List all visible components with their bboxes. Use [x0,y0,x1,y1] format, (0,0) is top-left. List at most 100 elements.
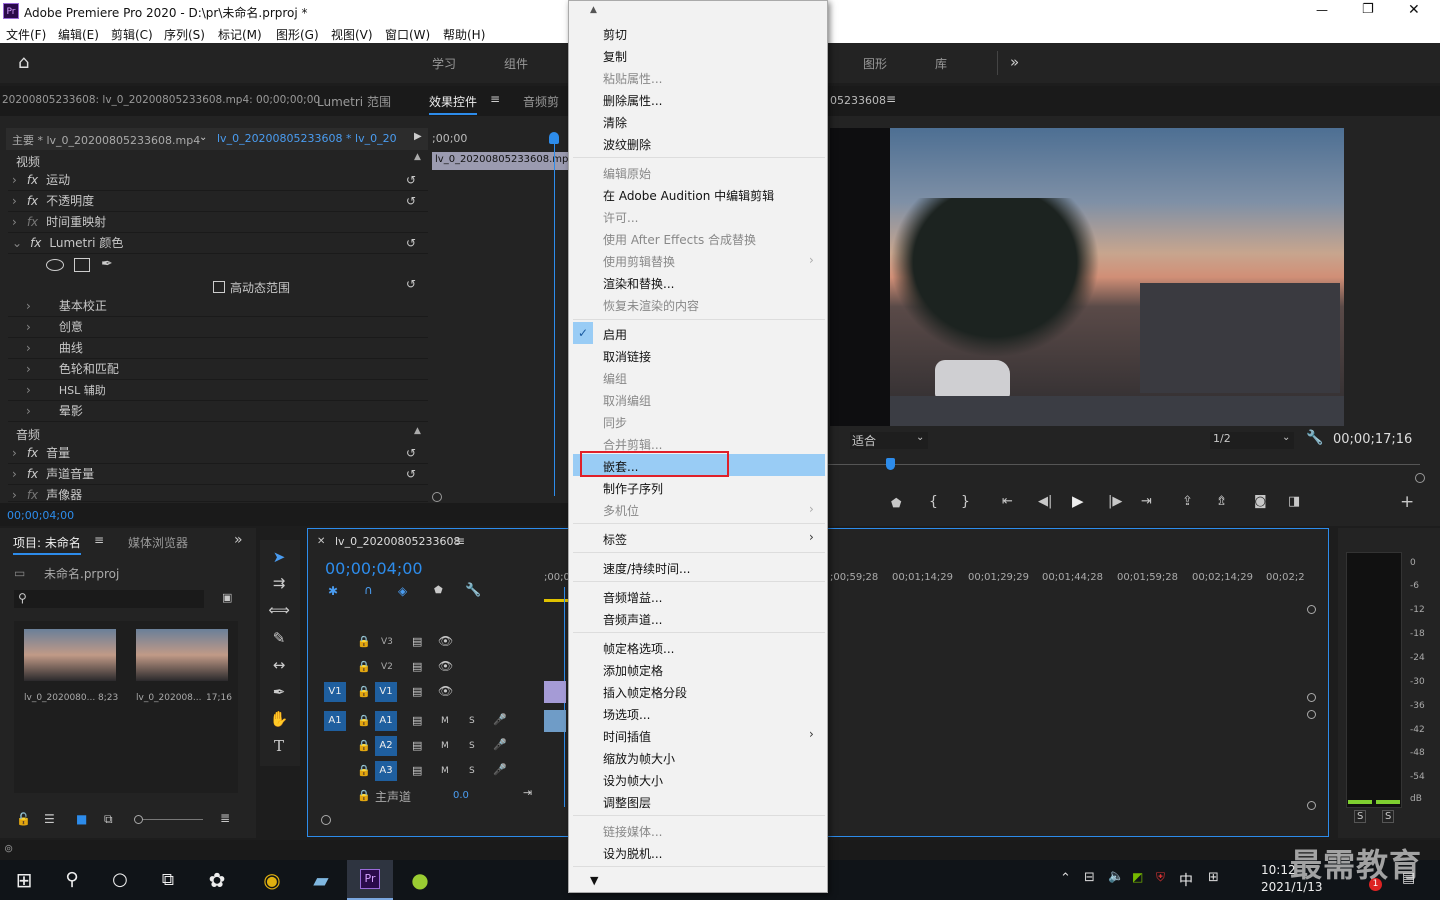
sync-lock-icon[interactable]: ▤ [412,714,422,727]
tab-project[interactable]: 项目: 未命名 [13,534,81,555]
source-patch-v1[interactable]: V1 [324,682,346,702]
windows-start-icon[interactable]: ⊞ [9,860,39,900]
zoom-slider-track[interactable] [143,819,203,820]
playhead-handle[interactable] [549,132,559,144]
workspace-assembly[interactable]: 组件 [504,55,528,72]
play-only-audio-icon[interactable]: ▶ [414,131,422,142]
source-patch-a1[interactable]: A1 [324,711,346,731]
program-title[interactable]: 05233608 [830,94,886,107]
menu-item-label[interactable]: 标签 [603,531,627,548]
master-track-value[interactable]: 0.0 [453,790,469,801]
menu-item-field-options[interactable]: 场选项... [603,706,650,723]
sync-lock-icon[interactable]: ▤ [412,660,422,673]
effect-row-panner[interactable]: › fx 声像器 [8,485,428,502]
more-workspaces-button[interactable]: » [1010,53,1019,71]
lumetri-section-vignette[interactable]: › 晕影 [8,401,428,422]
menu-item-audio-gain[interactable]: 音频增益... [603,589,662,606]
icon-view-icon[interactable]: ■ [76,812,87,826]
maximize-button[interactable]: ❐ [1362,2,1374,17]
menu-item-adjustment-layer[interactable]: 调整图层 [603,794,651,811]
program-timecode[interactable]: 00;00;17;16 [1333,432,1412,447]
lumetri-section-basic[interactable]: › 基本校正 [8,296,428,317]
effect-row-volume[interactable]: › fx 音量 ↺ [8,443,428,464]
network-icon[interactable]: ⊟ [1084,870,1095,885]
pen-tool-icon[interactable]: ✒ [268,681,290,703]
solo-button[interactable]: S [469,766,475,776]
sort-icon[interactable]: ≣ [220,811,230,825]
effect-row-channel-volume[interactable]: › fx 声道音量 ↺ [8,464,428,485]
minimize-button[interactable]: — [1316,3,1328,17]
tab-media-browser[interactable]: 媒体浏览器 [128,534,188,551]
menu-item-multicam[interactable]: 多机位 [603,502,639,519]
master-clip-label[interactable]: 主要 * lv_0_20200805233608.mp4 [12,132,200,148]
track-select-tool-icon[interactable]: ⇉ [268,572,290,594]
menu-item-nest[interactable]: 嵌套... [603,458,638,475]
track-label-a1[interactable]: A1 [375,711,397,731]
mute-button[interactable]: M [441,741,449,751]
tab-audio-clip[interactable]: 音频剪 [523,93,559,110]
cortana-icon[interactable]: ○ [105,860,135,900]
volume-icon[interactable]: 🔈 [1108,869,1124,884]
video-frame[interactable] [830,128,1344,426]
effect-row-time-remap[interactable]: › fx 时间重映射 [8,212,428,233]
menu-item-set-to-frame[interactable]: 设为帧大小 [603,772,663,789]
pinwheel-app-icon[interactable]: ✿ [202,860,232,900]
premiere-icon[interactable]: Pr [360,869,380,889]
project-thumbnail[interactable] [24,629,116,681]
menu-item-paste-attributes[interactable]: 粘贴属性... [603,70,662,87]
chevron-down-icon[interactable]: ⌄ [916,432,924,443]
reset-icon[interactable]: ↺ [406,170,416,191]
scroll-down-arrow-icon[interactable]: ▼ [590,874,598,887]
menu-item-ripple-delete[interactable]: 波纹删除 [603,136,651,153]
workspace-learn[interactable]: 学习 [432,55,456,72]
mark-in-icon[interactable]: { [929,494,938,510]
sequence-clip-label[interactable]: lv_0_20200805233608 * lv_0_2020... [217,132,397,145]
tray-chevron-icon[interactable]: ⌃ [1060,871,1071,886]
track-label-a3[interactable]: A3 [375,761,397,781]
workspace-graphics[interactable]: 图形 [863,55,887,72]
source-clip-path[interactable]: 20200805233608: lv_0_20200805233608.mp4:… [2,94,320,106]
tab-lumetri-scopes[interactable]: Lumetri 范围 [317,93,391,110]
notification-center-icon[interactable]: ▤ [1402,870,1415,886]
menu-item-replace-ae[interactable]: 使用 After Effects 合成替换 [603,231,756,248]
menu-item-remove-attributes[interactable]: 删除属性... [603,92,662,109]
hand-tool-icon[interactable]: ✋ [268,708,290,730]
scroll-handle[interactable] [1307,710,1316,719]
track-label-v2[interactable]: V2 [381,662,393,672]
horizontal-scroll-handle[interactable] [321,815,331,825]
track-label-v1[interactable]: V1 [375,682,397,702]
go-to-out-icon[interactable]: ⇥ [1141,494,1152,509]
comparison-view-icon[interactable]: ◨ [1288,494,1300,509]
snap-magnet-icon[interactable]: ∩ [364,583,373,597]
workspace-libraries[interactable]: 库 [935,55,947,72]
panel-menu-icon[interactable]: ≡ [94,533,104,547]
lock-icon[interactable]: 🔒 [357,739,371,752]
lock-icon[interactable]: 🔒 [357,660,371,673]
extract-icon[interactable]: ⇯ [1216,494,1227,509]
solo-left-button[interactable]: S [1354,810,1367,823]
melon-app-icon[interactable]: ● [405,860,435,900]
scroll-handle[interactable] [1307,801,1316,810]
menu-item-speed-duration[interactable]: 速度/持续时间... [603,560,691,577]
scrub-bar[interactable] [828,464,1420,465]
close-sequence-icon[interactable]: ✕ [317,536,325,547]
menu-item-edit-original[interactable]: 编辑原始 [603,165,651,182]
menu-item-copy[interactable]: 复制 [603,48,627,65]
menu-item-replace-with-clip[interactable]: 使用剪辑替换 [603,253,675,270]
sync-lock-icon[interactable]: ▤ [412,764,422,777]
menu-item-make-offline[interactable]: 设为脱机... [603,845,662,862]
menu-item-time-interpolation[interactable]: 时间插值 [603,728,651,745]
eye-icon[interactable]: 👁 [438,659,453,673]
lumetri-section-creative[interactable]: › 创意 [8,317,428,338]
lock-icon[interactable]: 🔒 [357,635,371,648]
eye-icon[interactable]: 👁 [438,634,453,648]
play-icon[interactable]: ▶ [1072,492,1084,510]
lock-icon[interactable]: 🔒 [357,764,371,777]
solo-right-button[interactable]: S [1382,810,1395,823]
video-clip-v1[interactable] [544,681,566,703]
program-playhead[interactable] [886,458,895,470]
menu-edit[interactable]: 编辑(E) [58,26,99,43]
lock-icon[interactable]: 🔒 [357,685,371,698]
effect-row-lumetri[interactable]: ⌄ fx Lumetri 颜色 ↺ [8,233,428,254]
menu-item-unlink[interactable]: 取消链接 [603,348,651,365]
